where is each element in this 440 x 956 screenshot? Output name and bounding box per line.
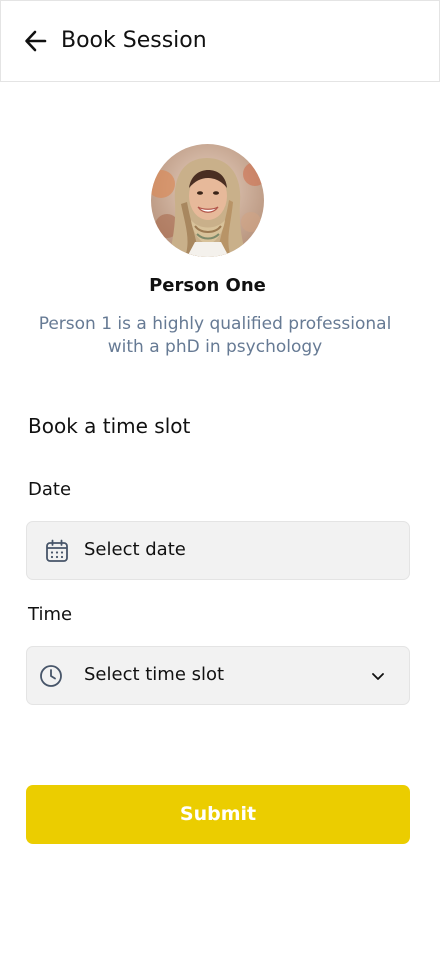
date-label: Date [28, 479, 72, 500]
date-picker-field[interactable]: Select date [26, 521, 410, 580]
time-label: Time [28, 604, 73, 625]
arrow-left-icon [25, 30, 47, 52]
back-button[interactable] [23, 28, 49, 54]
person-name: Person One [149, 275, 266, 296]
calendar-icon [44, 538, 70, 564]
date-placeholder: Select date [84, 539, 186, 560]
profile-photo [151, 144, 264, 257]
submit-button[interactable]: Submit [26, 785, 410, 844]
clock-icon [38, 663, 64, 689]
page-title: Book Session [61, 28, 207, 53]
chevron-down-icon [369, 667, 387, 685]
booking-section-heading: Book a time slot [28, 414, 191, 438]
person-description: Person 1 is a highly qualified professio… [38, 314, 392, 357]
time-slot-select[interactable]: Select time slot [26, 646, 410, 705]
app-header: Book Session [0, 0, 440, 82]
avatar [151, 144, 264, 257]
time-placeholder: Select time slot [84, 664, 225, 685]
